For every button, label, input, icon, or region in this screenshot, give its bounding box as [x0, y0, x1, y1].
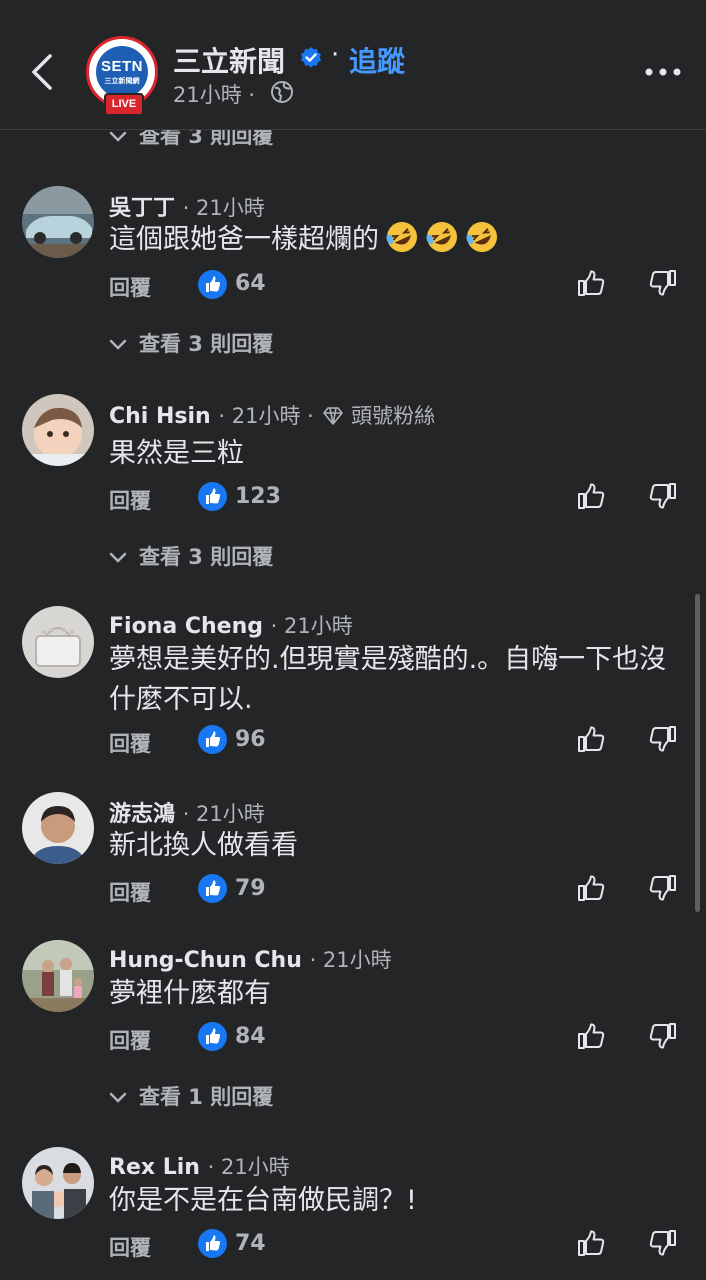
top-fan-badge: 頭號粉絲 [351, 404, 436, 428]
thumbs-up-icon[interactable] [576, 1228, 606, 1258]
commenter-avatar[interactable] [22, 186, 94, 258]
commenter-avatar[interactable] [22, 394, 94, 466]
like-reaction-icon [198, 270, 227, 299]
page-name[interactable]: 三立新聞 [173, 40, 285, 80]
classic-car-photo [22, 186, 94, 258]
verified-badge-icon [301, 47, 321, 68]
reply-button[interactable]: 回覆 [109, 272, 151, 302]
reply-button[interactable]: 回覆 [109, 485, 151, 515]
person-photo [22, 792, 94, 864]
comment-text: 夢想是美好的.但現實是殘酷的.。自嗨一下也沒什麼不可以. [109, 644, 667, 715]
like-reaction-icon [198, 482, 227, 511]
view-replies-link[interactable]: 查看 1 則回覆 [109, 1081, 273, 1111]
chevron-down-icon [109, 552, 127, 563]
separator-dot: · [331, 40, 340, 70]
rolling-laughing-emoji-icon [386, 222, 417, 252]
commenter-name[interactable]: Fiona Cheng · 21小時 [109, 610, 353, 640]
live-badge: LIVE [104, 93, 144, 116]
like-count[interactable]: 96 [235, 727, 266, 752]
like-count[interactable]: 79 [235, 876, 266, 901]
back-arrow-icon[interactable] [28, 52, 56, 92]
commenter-avatar[interactable] [22, 940, 94, 1012]
thumbs-down-icon[interactable] [648, 1021, 678, 1051]
commenter-avatar[interactable] [22, 792, 94, 864]
globe-icon [271, 81, 293, 103]
rolling-laughing-emoji-icon [466, 222, 497, 252]
view-replies-link[interactable]: 查看 3 則回覆 [109, 328, 273, 358]
commenter-name[interactable]: 游志鴻 · 21小時 [109, 796, 265, 828]
comment-text: 新北換人做看看 [109, 830, 298, 861]
reply-button[interactable]: 回覆 [109, 728, 151, 758]
page-logo: SETN 三立新聞網 [96, 46, 148, 98]
reply-button[interactable]: 回覆 [109, 1232, 151, 1262]
thumbs-down-icon[interactable] [648, 724, 678, 754]
commenter-name[interactable]: 吳丁丁 · 21小時 [109, 190, 265, 222]
chevron-down-icon [109, 339, 127, 350]
like-reaction-icon [198, 874, 227, 903]
more-options-icon[interactable] [643, 64, 683, 80]
comment-text: 這個跟她爸一樣超爛的 [109, 220, 679, 260]
thumbs-down-icon[interactable] [648, 1228, 678, 1258]
thumbs-down-icon[interactable] [648, 481, 678, 511]
like-count[interactable]: 64 [235, 271, 266, 296]
thumbs-up-icon[interactable] [576, 481, 606, 511]
view-replies-link[interactable]: 查看 3 則回覆 [109, 541, 273, 571]
post-header: SETN 三立新聞網 LIVE 三立新聞 · 追蹤 21小時 · [0, 0, 706, 130]
thumbs-down-icon[interactable] [648, 873, 678, 903]
chevron-down-icon [109, 131, 127, 142]
like-reaction-icon [198, 1229, 227, 1258]
thumbs-down-icon[interactable] [648, 268, 678, 298]
handbag-photo [22, 606, 94, 678]
follow-button[interactable]: 追蹤 [349, 40, 405, 80]
comment-text: 你是不是在台南做民調？! [109, 1185, 417, 1216]
thumbs-up-icon[interactable] [576, 873, 606, 903]
commenter-avatar[interactable] [22, 1147, 94, 1219]
chevron-down-icon [109, 1092, 127, 1103]
like-count[interactable]: 84 [235, 1024, 266, 1049]
commenter-name[interactable]: Hung-Chun Chu · 21小時 [109, 944, 392, 974]
family-photo [22, 940, 94, 1012]
baby-photo [22, 394, 94, 466]
comment-text: 果然是三粒 [109, 438, 244, 469]
thumbs-up-icon[interactable] [576, 724, 606, 754]
rolling-laughing-emoji-icon [426, 222, 457, 252]
reply-button[interactable]: 回覆 [109, 1025, 151, 1055]
post-time: 21小時 · [173, 83, 256, 107]
commenter-avatar[interactable] [22, 606, 94, 678]
like-reaction-icon [198, 1022, 227, 1051]
thumbs-up-icon[interactable] [576, 268, 606, 298]
reply-button[interactable]: 回覆 [109, 877, 151, 907]
thumbs-up-icon[interactable] [576, 1021, 606, 1051]
commenter-name[interactable]: Rex Lin · 21小時 [109, 1151, 290, 1181]
like-count[interactable]: 123 [235, 484, 281, 509]
comment-text: 夢裡什麼都有 [109, 978, 271, 1009]
family-selfie-photo [22, 1147, 94, 1219]
commenter-name[interactable]: Chi Hsin · 21小時 · 頭號粉絲 [109, 400, 435, 430]
scrollbar[interactable] [695, 594, 700, 912]
like-count[interactable]: 74 [235, 1231, 266, 1256]
diamond-icon [322, 407, 343, 425]
like-reaction-icon [198, 725, 227, 754]
